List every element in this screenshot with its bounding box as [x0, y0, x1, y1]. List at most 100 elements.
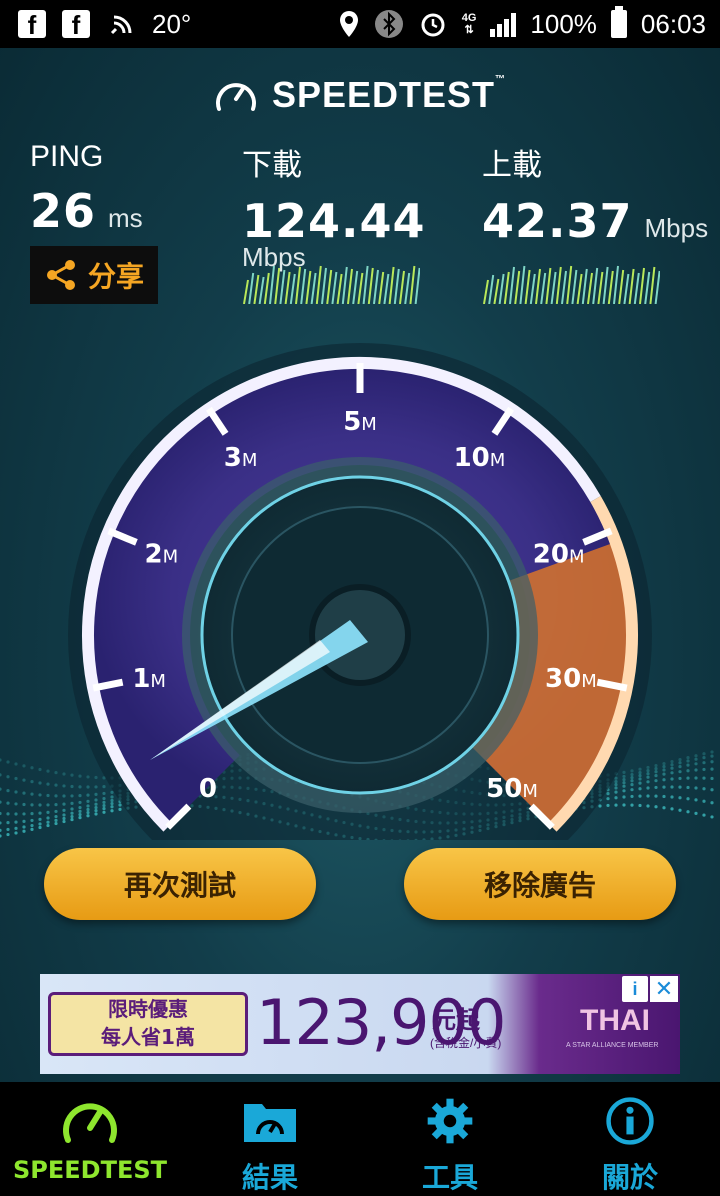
status-bar: f f 20° 4G ⇅ 100% 06:03: [0, 0, 720, 48]
sparkline-bar: [393, 268, 400, 304]
ad-info-icon[interactable]: i: [622, 976, 648, 1002]
sparkline-bar: [253, 274, 260, 304]
sparkline-bar: [289, 273, 296, 304]
sparkline-bar: [514, 270, 521, 304]
sparkline-bar: [597, 271, 604, 304]
upload-metric: 上載 42.37 Mbps: [482, 140, 708, 248]
sparkline-bar: [628, 268, 635, 304]
sparkline-bar: [414, 267, 420, 304]
clock: 06:03: [640, 8, 706, 39]
ad-promo-line1: 限時優惠: [108, 997, 188, 1021]
sparkline-bar: [654, 270, 660, 304]
ad-price-suffix: 元起: [432, 1007, 480, 1034]
sparkline-bar: [571, 269, 578, 304]
upload-label: 上載: [482, 149, 542, 182]
share-label: 分享: [87, 261, 144, 292]
sparkline-bar: [315, 265, 322, 304]
sparkline-bar: [263, 272, 270, 304]
sparkline-bar: [618, 269, 625, 304]
sparkline-bar: [509, 266, 515, 304]
ad-promo-box: 限時優惠 每人省1萬: [48, 992, 248, 1056]
sparkline-bar: [243, 279, 249, 304]
gear-icon: [427, 1098, 473, 1144]
gauge-tick-label: 0: [199, 774, 217, 804]
download-metric: 下載 124.44: [242, 140, 426, 248]
signal-icon: [490, 11, 517, 37]
sparkline-bar: [644, 271, 651, 304]
sparkline-bar: [519, 265, 526, 304]
sparkline-bar: [503, 271, 510, 304]
sparkline-bar: [341, 266, 348, 304]
nav-speedtest[interactable]: SPEEDTEST: [0, 1082, 180, 1196]
sparkline-bar: [649, 266, 656, 304]
results-folder-icon: [244, 1104, 296, 1142]
sparkline-bar: [524, 269, 531, 304]
sparkline-bar: [326, 269, 333, 304]
nav-results-label: 結果: [241, 1161, 298, 1194]
upload-unit: Mbps: [644, 213, 709, 243]
sparkline-bar: [561, 270, 567, 304]
remove-ads-button[interactable]: 移除廣告: [404, 848, 676, 920]
alarm-icon: [421, 13, 445, 37]
sparkline-bar: [373, 269, 379, 304]
sparkline-bar: [388, 266, 395, 304]
sparkline-bar: [592, 267, 599, 304]
ad-promo-line2: 每人省1萬: [101, 1025, 195, 1049]
sparkline-bar: [545, 267, 552, 304]
battery-icon: [610, 6, 627, 38]
battery-percent: 100%: [530, 8, 597, 39]
download-sparkline: [243, 265, 420, 304]
nav-tools[interactable]: 工具: [360, 1082, 540, 1196]
sparkline-bar: [555, 266, 562, 304]
upload-value: 42.37: [482, 194, 633, 248]
sparkline-bar: [587, 272, 593, 304]
ping-unit: ms: [108, 203, 143, 233]
ad-banner[interactable]: 限時優惠 每人省1萬 123,900 元起 (含稅金/小費) THAI A ST…: [40, 974, 680, 1074]
sparkline-bar: [367, 267, 374, 304]
ping-label: PING: [30, 140, 104, 173]
sparkline-bar: [310, 272, 317, 304]
sparkline-bar: [566, 265, 573, 304]
nav-speedtest-label: SPEEDTEST: [12, 1156, 167, 1184]
sparkline-bar: [300, 268, 307, 304]
sparkline-bar: [258, 276, 265, 304]
sparkline-bar: [331, 271, 338, 304]
retest-button[interactable]: 再次測試: [44, 848, 316, 920]
sparkline-bar: [362, 265, 369, 304]
speed-gauge: 01M2M3M5M10M20M30M50M: [68, 343, 652, 840]
nav-about[interactable]: 關於: [540, 1082, 720, 1196]
sparkline-bar: [274, 267, 281, 304]
nav-tools-label: 工具: [421, 1161, 478, 1194]
ping-value: 26: [30, 184, 97, 238]
sparkline-bar: [493, 278, 500, 304]
download-value: 124.44: [242, 194, 426, 248]
nav-results[interactable]: 結果: [180, 1082, 360, 1196]
sparkline-bar: [483, 279, 489, 304]
share-icon: [46, 260, 75, 290]
sparkline-bar: [347, 268, 353, 304]
sparkline-bar: [607, 270, 614, 304]
sparkline-bar: [295, 266, 301, 304]
network-icon: 4G ⇅: [461, 12, 477, 36]
speedtest-logo: SPEEDTEST™: [0, 74, 720, 116]
sparkline-bar: [498, 273, 505, 304]
bottom-nav: SPEEDTEST 結果 工具 關於: [0, 1082, 720, 1196]
sparkline-bar: [284, 271, 291, 304]
sparkline-bar: [409, 265, 416, 304]
sparkline-bar: [269, 265, 275, 304]
sparkline-bar: [357, 272, 364, 304]
location-icon: [339, 11, 358, 37]
ping-metric: PING 26 ms: [30, 140, 143, 238]
facebook-icon: f: [62, 10, 90, 40]
ad-close-icon[interactable]: ✕: [650, 976, 678, 1002]
speedometer-icon: [63, 1103, 117, 1143]
sparkline-bar: [399, 270, 405, 304]
sparkline-bar: [633, 272, 640, 304]
bluetooth-icon: [374, 10, 403, 38]
share-button[interactable]: 分享: [30, 246, 158, 304]
info-icon: [606, 1097, 654, 1145]
sparkline-bar: [623, 273, 630, 304]
logo-text: SPEEDTEST™: [271, 74, 507, 115]
ad-alliance-text: A STAR ALLIANCE MEMBER: [566, 1042, 659, 1049]
sparkline-bar: [383, 273, 390, 304]
